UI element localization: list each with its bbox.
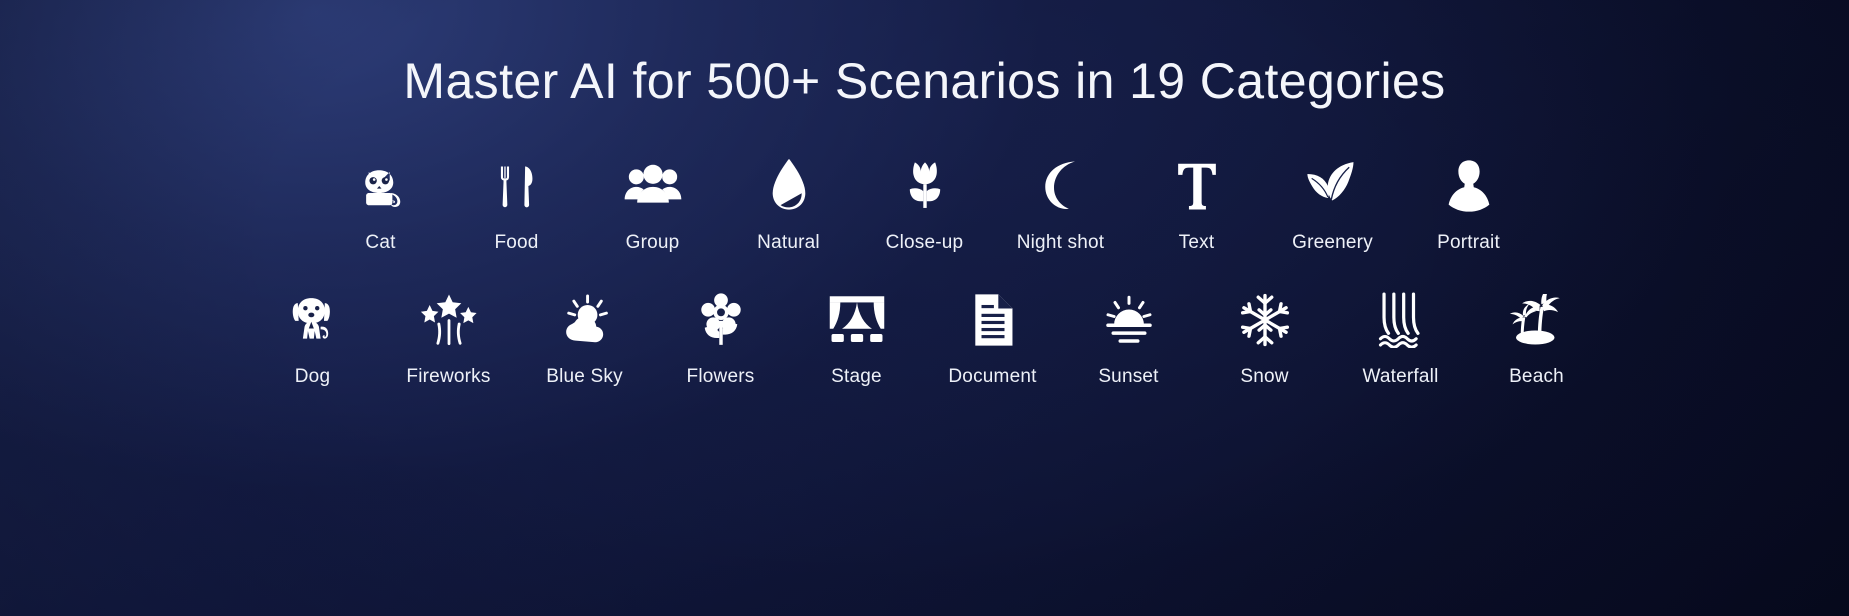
flower-icon bbox=[697, 284, 745, 356]
scenario-item-text[interactable]: Text bbox=[1129, 150, 1265, 254]
scenario-label: Text bbox=[1178, 232, 1215, 253]
scenario-label: Flowers bbox=[686, 366, 755, 387]
scenario-item-blue-sky[interactable]: Blue Sky bbox=[517, 284, 653, 388]
scenario-label: Waterfall bbox=[1362, 366, 1439, 387]
water-drop-icon bbox=[767, 150, 811, 222]
scenario-item-natural[interactable]: Natural bbox=[721, 150, 857, 254]
scenario-label: Fireworks bbox=[406, 366, 491, 387]
scenario-item-sunset[interactable]: Sunset bbox=[1061, 284, 1197, 388]
scenario-item-snow[interactable]: Snow bbox=[1197, 284, 1333, 388]
crescent-moon-icon bbox=[1036, 150, 1086, 222]
page-title: Master AI for 500+ Scenarios in 19 Categ… bbox=[403, 53, 1446, 109]
scenario-item-group[interactable]: Group bbox=[585, 150, 721, 254]
stage-curtains-icon bbox=[828, 284, 886, 356]
cat-icon bbox=[353, 150, 409, 222]
scenario-item-dog[interactable]: Dog bbox=[245, 284, 381, 388]
scenario-label: Group bbox=[625, 232, 680, 253]
tulip-icon bbox=[898, 150, 952, 222]
scenario-label: Stage bbox=[831, 366, 882, 387]
scenario-grid: Cat Food Group Natural Close-up Night sh… bbox=[245, 150, 1605, 388]
scenario-item-cat[interactable]: Cat bbox=[313, 150, 449, 254]
scenario-label: Close-up bbox=[885, 232, 964, 253]
scenario-item-stage[interactable]: Stage bbox=[789, 284, 925, 388]
fireworks-stars-icon bbox=[420, 284, 478, 356]
snowflake-icon bbox=[1238, 284, 1292, 356]
scenario-item-flowers[interactable]: Flowers bbox=[653, 284, 789, 388]
scenario-item-document[interactable]: Document bbox=[925, 284, 1061, 388]
leaves-icon bbox=[1304, 150, 1362, 222]
people-group-icon bbox=[623, 150, 683, 222]
sun-cloud-icon bbox=[555, 284, 615, 356]
promo-banner: Master AI for 500+ Scenarios in 19 Categ… bbox=[0, 0, 1849, 616]
scenario-label: Cat bbox=[365, 232, 396, 253]
scenario-label: Food bbox=[494, 232, 539, 253]
fork-knife-icon bbox=[491, 150, 543, 222]
scenario-label: Greenery bbox=[1292, 232, 1373, 253]
waterfall-icon bbox=[1376, 284, 1426, 356]
scenario-label: Night shot bbox=[1016, 232, 1105, 253]
scenario-label: Portrait bbox=[1437, 232, 1500, 253]
person-bust-icon bbox=[1446, 150, 1492, 222]
scenario-label: Blue Sky bbox=[546, 366, 623, 387]
scenario-row-2: Dog Fireworks Blue Sky Flowers Stage Doc… bbox=[245, 284, 1605, 388]
scenario-label: Dog bbox=[294, 366, 331, 387]
scenario-item-beach[interactable]: Beach bbox=[1469, 284, 1605, 388]
scenario-label: Sunset bbox=[1098, 366, 1159, 387]
palm-island-icon bbox=[1509, 284, 1565, 356]
scenario-item-waterfall[interactable]: Waterfall bbox=[1333, 284, 1469, 388]
scenario-row-1: Cat Food Group Natural Close-up Night sh… bbox=[313, 150, 1537, 254]
scenario-label: Document bbox=[948, 366, 1037, 387]
scenario-label: Natural bbox=[757, 232, 820, 253]
scenario-label: Beach bbox=[1509, 366, 1564, 387]
scenario-item-greenery[interactable]: Greenery bbox=[1265, 150, 1401, 254]
sunset-icon bbox=[1101, 284, 1157, 356]
document-page-icon bbox=[970, 284, 1016, 356]
scenario-item-fireworks[interactable]: Fireworks bbox=[381, 284, 517, 388]
scenario-item-night-shot[interactable]: Night shot bbox=[993, 150, 1129, 254]
letter-t-icon bbox=[1173, 150, 1221, 222]
dog-icon bbox=[286, 284, 340, 356]
scenario-item-close-up[interactable]: Close-up bbox=[857, 150, 993, 254]
scenario-item-portrait[interactable]: Portrait bbox=[1401, 150, 1537, 254]
scenario-item-food[interactable]: Food bbox=[449, 150, 585, 254]
scenario-label: Snow bbox=[1240, 366, 1289, 387]
